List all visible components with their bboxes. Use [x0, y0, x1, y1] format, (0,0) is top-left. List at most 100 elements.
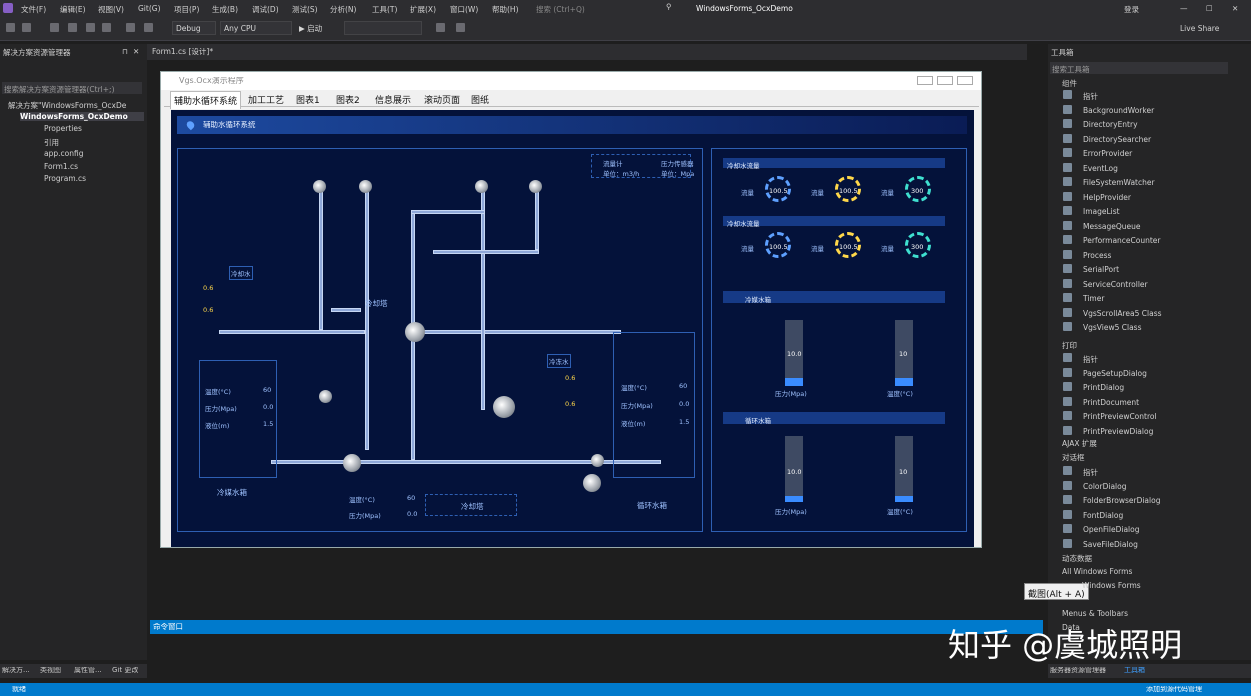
minimize-icon[interactable]: — [1180, 4, 1188, 13]
toolbox-item[interactable]: DirectoryEntry [1083, 120, 1138, 129]
search-icon[interactable]: ⚲ [666, 2, 672, 11]
toolbox-item[interactable]: DirectorySearcher [1083, 135, 1151, 144]
toolbox-item[interactable]: VgsScrollArea5 Class [1083, 309, 1162, 318]
close-icon[interactable]: ✕ [133, 47, 139, 56]
toolbox-item[interactable]: PrintDocument [1083, 398, 1139, 407]
menu-build[interactable]: 生成(B) [212, 4, 238, 15]
toolbox-search-input[interactable]: 搜索工具箱 [1050, 62, 1228, 74]
tree-item-properties[interactable]: Properties [44, 124, 82, 133]
toolbox-item[interactable]: OpenFileDialog [1083, 525, 1139, 534]
menu-edit[interactable]: 编辑(E) [60, 4, 86, 15]
tree-project[interactable]: WindowsForms_OcxDemo [20, 112, 144, 121]
tree-item-appconfig[interactable]: app.config [44, 149, 83, 158]
tab-info[interactable]: 信息展示 [375, 93, 411, 106]
forward-icon[interactable] [22, 23, 31, 32]
menu-help[interactable]: 帮助(H) [492, 4, 519, 15]
tab-server-explorer[interactable]: 服务器资源管理器 [1050, 667, 1106, 674]
open-icon[interactable] [68, 23, 77, 32]
group-all-winforms[interactable]: All Windows Forms [1062, 567, 1132, 576]
tool-icon[interactable] [436, 23, 445, 32]
valve-icon[interactable] [313, 180, 326, 193]
new-item-icon[interactable] [50, 23, 59, 32]
tree-solution[interactable]: 解决方案"WindowsForms_OcxDe [8, 100, 126, 111]
toolbox-item[interactable]: PageSetupDialog [1083, 369, 1147, 378]
toolbox-item[interactable]: PrintPreviewControl [1083, 412, 1157, 421]
toolbox-item[interactable]: SaveFileDialog [1083, 540, 1138, 549]
toolbox-item[interactable]: FileSystemWatcher [1083, 178, 1155, 187]
valve-icon[interactable] [475, 180, 488, 193]
tree-item-form1[interactable]: Form1.cs [44, 162, 78, 171]
group-dynamic-data[interactable]: 动态数据 [1062, 553, 1092, 564]
toolbox-item[interactable]: 指针 [1083, 91, 1098, 102]
solution-search-input[interactable]: 搜索解决方案资源管理器(Ctrl+;) [2, 82, 142, 94]
toolbox-item[interactable]: FontDialog [1083, 511, 1123, 520]
group-data[interactable]: Data [1062, 623, 1080, 632]
start-button[interactable]: ▶ 启动 [296, 21, 340, 35]
group-dialogs[interactable]: 对话框 [1062, 452, 1085, 463]
login-link[interactable]: 登录 [1124, 4, 1139, 15]
save-icon[interactable] [86, 23, 95, 32]
close-icon[interactable]: ✕ [1232, 4, 1238, 13]
pump-icon[interactable] [493, 396, 515, 418]
toolbox-item[interactable]: EventLog [1083, 164, 1118, 173]
toolbox-item[interactable]: SerialPort [1083, 265, 1119, 274]
tab-drawing[interactable]: 图纸 [471, 93, 489, 106]
back-icon[interactable] [6, 23, 15, 32]
toolbox-item[interactable]: FolderBrowserDialog [1083, 496, 1160, 505]
pump-icon[interactable] [343, 454, 361, 472]
tab-class-view[interactable]: 类视图 [40, 667, 61, 674]
menu-window[interactable]: 窗口(W) [450, 4, 478, 15]
tab-toolbox[interactable]: 工具箱 [1124, 667, 1145, 674]
menu-file[interactable]: 文件(F) [21, 4, 46, 15]
tab-solution[interactable]: 解决方... [2, 667, 30, 674]
menu-analyze[interactable]: 分析(N) [330, 4, 356, 15]
maximize-icon[interactable]: ☐ [1206, 4, 1213, 13]
platform-select[interactable]: Any CPU [220, 21, 292, 35]
toolbox-item[interactable]: MessageQueue [1083, 222, 1141, 231]
toolbox-item[interactable]: Process [1083, 251, 1111, 260]
search-input[interactable]: 搜索 (Ctrl+Q) [536, 4, 585, 15]
tab-aux-water[interactable]: 辅助水循环系统 [170, 91, 242, 109]
group-ajax[interactable]: AJAX 扩展 [1062, 438, 1097, 449]
live-share-button[interactable]: Live Share [1180, 24, 1219, 33]
toolbox-item[interactable]: Timer [1083, 294, 1104, 303]
valve-icon[interactable] [359, 180, 372, 193]
valve-icon[interactable] [319, 390, 332, 403]
toolbox-item[interactable]: PrintDialog [1083, 383, 1124, 392]
form-close-icon[interactable] [957, 76, 973, 85]
save-all-icon[interactable] [102, 23, 111, 32]
group-print[interactable]: 打印 [1062, 340, 1077, 351]
tree-item-references[interactable]: 引用 [44, 137, 59, 148]
undo-icon[interactable] [126, 23, 135, 32]
toolbox-item[interactable]: 指针 [1083, 354, 1098, 365]
target-select[interactable] [344, 21, 422, 35]
toolbox-item[interactable]: ColorDialog [1083, 482, 1126, 491]
form-max-icon[interactable] [937, 76, 953, 85]
tool-icon[interactable] [456, 23, 465, 32]
tab-process[interactable]: 加工工艺 [248, 93, 284, 106]
menu-project[interactable]: 项目(P) [174, 4, 199, 15]
menu-extensions[interactable]: 扩展(X) [410, 4, 436, 15]
tab-form1-designer[interactable]: Form1.cs [设计]* [152, 48, 213, 56]
toolbox-item[interactable]: ErrorProvider [1083, 149, 1132, 158]
form-min-icon[interactable] [917, 76, 933, 85]
valve-icon[interactable] [591, 454, 604, 467]
menu-view[interactable]: 视图(V) [98, 4, 124, 15]
tab-chart1[interactable]: 图表1 [296, 93, 320, 106]
valve-icon[interactable] [529, 180, 542, 193]
menu-test[interactable]: 测试(S) [292, 4, 318, 15]
pump-icon[interactable] [405, 322, 425, 342]
toolbox-item[interactable]: ServiceController [1083, 280, 1148, 289]
toolbox-item[interactable]: PrintPreviewDialog [1083, 427, 1153, 436]
toolbox-item[interactable]: PerformanceCounter [1083, 236, 1161, 245]
toolbox-item[interactable]: HelpProvider [1083, 193, 1131, 202]
winform[interactable]: Vgs.Ocx演示程序 辅助水循环系统 加工工艺 图表1 图表2 信息展示 滚动… [160, 71, 982, 548]
pin-icon[interactable]: ⊓ [122, 47, 128, 56]
tab-property-manager[interactable]: 属性管... [74, 667, 102, 674]
toolbox-item[interactable]: VgsView5 Class [1083, 323, 1141, 332]
redo-icon[interactable] [144, 23, 153, 32]
tab-scroll[interactable]: 滚动页面 [424, 93, 460, 106]
source-control-button[interactable]: 添加到源代码管理 [1146, 686, 1202, 693]
menu-tools[interactable]: 工具(T) [372, 4, 397, 15]
toolbox-item[interactable]: ImageList [1083, 207, 1120, 216]
